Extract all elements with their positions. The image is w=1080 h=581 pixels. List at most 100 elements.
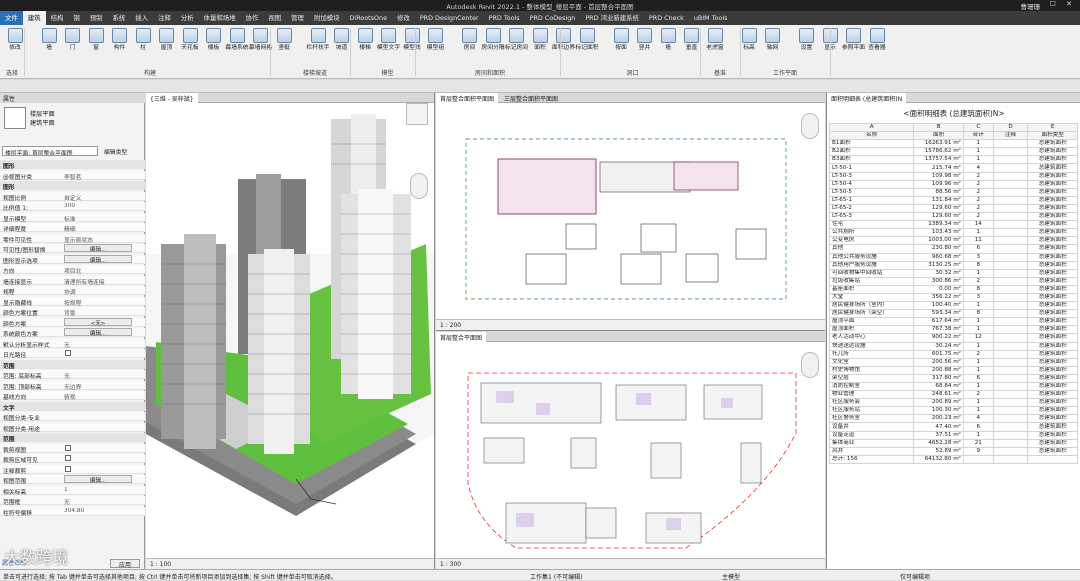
ribbon-button[interactable]: 参照平面: [842, 27, 866, 65]
schedule-cell[interactable]: [992, 317, 1029, 327]
schedule-cell[interactable]: 617.64 m²: [913, 317, 964, 327]
schedule-cell[interactable]: 社区服务站: [828, 406, 915, 416]
property-edit-button[interactable]: 编辑...: [64, 244, 132, 253]
schedule-cell[interactable]: 总建筑面积: [1027, 333, 1078, 343]
schedule-cell[interactable]: 总建筑面积: [1027, 260, 1078, 270]
property-value[interactable]: 无: [64, 340, 136, 349]
ribbon-tab[interactable]: 建筑: [22, 11, 46, 25]
schedule-cell[interactable]: 1: [962, 147, 994, 157]
schedule-cell[interactable]: [992, 390, 1029, 400]
schedule-cell[interactable]: 居民健身场所（室内）: [828, 301, 915, 311]
schedule-cell[interactable]: 合计: [962, 131, 994, 141]
schedule-row[interactable]: 大堂 356.22 m² 3 总建筑面积: [828, 292, 1078, 303]
schedule-cell[interactable]: 129.60 m²: [913, 203, 964, 214]
schedule-row[interactable]: B2面积 15786.62 m² 1 总建筑面积: [828, 147, 1078, 157]
ribbon-tab[interactable]: 结构: [46, 11, 69, 25]
schedule-cell[interactable]: [992, 406, 1029, 416]
schedule-cell[interactable]: 1: [962, 406, 994, 416]
property-value[interactable]: 协调: [64, 287, 136, 296]
schedule-cell[interactable]: 109.98 m²: [913, 171, 964, 181]
schedule-row[interactable]: LT-50-5 88.56 m² 2 总建筑面积: [828, 187, 1078, 197]
schedule-row[interactable]: B1面积 16263.91 m² 1 总建筑面积: [828, 139, 1078, 149]
schedule-cell[interactable]: [992, 187, 1029, 197]
schedule-cell[interactable]: 其他: [828, 244, 915, 254]
schedule-cell[interactable]: 1389.34 m²: [913, 220, 964, 230]
ribbon-button[interactable]: 面积边界: [552, 27, 576, 65]
schedule-cell[interactable]: 总建筑面积: [1027, 309, 1078, 319]
schedule-row[interactable]: 住宅 1389.34 m² 14 总建筑面积: [828, 220, 1078, 230]
schedule-cell[interactable]: [992, 430, 1029, 440]
ribbon-tab[interactable]: 协作: [241, 11, 264, 25]
schedule-cell[interactable]: 总建筑面积: [1027, 406, 1078, 416]
schedule-cell[interactable]: 2: [962, 390, 994, 400]
schedule-cell[interactable]: E: [1027, 122, 1078, 133]
schedule-cell[interactable]: 3: [962, 292, 994, 303]
schedule-cell[interactable]: [992, 244, 1029, 254]
schedule-cell[interactable]: 总建筑面积: [1027, 381, 1078, 392]
schedule-cell[interactable]: 230.80 m²: [913, 244, 964, 254]
schedule-cell[interactable]: 30.24 m²: [913, 341, 964, 351]
schedule-row[interactable]: 消防控制室 68.84 m² 1 总建筑面积: [828, 381, 1078, 392]
schedule-cell[interactable]: 屋顶平面: [828, 317, 915, 327]
schedule-cell[interactable]: 总建筑面积: [1027, 187, 1078, 197]
schedule-cell[interactable]: 200.88 m²: [913, 365, 964, 375]
schedule-row[interactable]: 老人活动中心 900.22 m² 12 总建筑面积: [828, 333, 1078, 343]
schedule-cell[interactable]: 托儿所: [828, 349, 915, 359]
ribbon-button[interactable]: 窗: [84, 27, 108, 65]
schedule-cell[interactable]: 8: [962, 260, 994, 270]
schedule-cell[interactable]: 居民健身场所（架空）: [828, 309, 915, 319]
schedule-cell[interactable]: 68.84 m²: [913, 381, 964, 392]
schedule-cell[interactable]: [992, 357, 1029, 367]
schedule-cell[interactable]: 垃圾收集站: [828, 276, 915, 286]
schedule-cell[interactable]: 总建筑面积: [1027, 365, 1078, 375]
schedule-cell[interactable]: 面积: [913, 131, 964, 141]
schedule-cell[interactable]: [992, 309, 1029, 319]
schedule-cell[interactable]: 总建筑面积: [1027, 284, 1078, 294]
schedule-cell[interactable]: 109.96 m²: [913, 179, 964, 189]
schedule-cell[interactable]: 总建筑面积: [1027, 325, 1078, 335]
schedule-cell[interactable]: 总建筑面积: [1027, 179, 1078, 189]
schedule-row[interactable]: 社区服务会 200.89 m² 1 总建筑面积: [828, 398, 1078, 408]
schedule-cell[interactable]: 1003.00 m²: [913, 236, 964, 246]
schedule-cell[interactable]: 物业管理: [828, 390, 915, 400]
property-value[interactable]: 无边界: [64, 382, 136, 391]
schedule-cell[interactable]: 设备走道: [828, 430, 915, 440]
schedule-tab[interactable]: 面积明细表 (总建筑面积)N: [827, 93, 907, 103]
schedule-row[interactable]: ABCDE: [828, 122, 1078, 133]
property-checkbox[interactable]: [65, 465, 71, 472]
schedule-row[interactable]: 风井 52.89 m² 9 总建筑面积: [828, 446, 1078, 456]
schedule-cell[interactable]: 6: [962, 422, 994, 432]
ribbon-tab[interactable]: PRD Tools: [484, 11, 525, 25]
3d-view-scale[interactable]: 1 : 100: [150, 561, 171, 568]
schedule-cell[interactable]: 601.75 m²: [913, 349, 964, 359]
schedule-row[interactable]: 社区服务站 100.30 m² 1 总建筑面积: [828, 406, 1078, 416]
ribbon-button[interactable]: 构件: [108, 27, 132, 65]
ribbon-tab[interactable]: DiRootsOne: [345, 11, 393, 25]
schedule-row[interactable]: 公共厕所 103.43 m² 1 总建筑面积: [828, 228, 1078, 238]
schedule-cell[interactable]: 52.89 m²: [913, 446, 964, 456]
schedule-row[interactable]: 快递送达设施 30.24 m² 1 总建筑面积: [828, 341, 1078, 351]
schedule-cell[interactable]: 3130.25 m²: [913, 260, 964, 270]
3d-view-tab[interactable]: {三维 - 吴梓斌}: [146, 93, 434, 103]
schedule-cell[interactable]: 2: [962, 203, 994, 214]
schedule-row[interactable]: 公变电房 1003.00 m² 11 总建筑面积: [828, 236, 1078, 246]
schedule-cell[interactable]: [992, 228, 1029, 238]
schedule-cell[interactable]: 2: [962, 179, 994, 189]
property-value[interactable]: 自定义: [64, 193, 136, 202]
property-value[interactable]: 标准: [64, 214, 136, 223]
schedule-cell[interactable]: 总建筑面积: [1027, 292, 1078, 303]
schedule-cell[interactable]: 总建筑面积: [1027, 244, 1078, 254]
schedule-cell[interactable]: B3面积: [828, 155, 915, 165]
schedule-row[interactable]: 托儿所 601.75 m² 2 总建筑面积: [828, 349, 1078, 359]
schedule-cell[interactable]: 9: [962, 446, 994, 456]
ribbon-tab[interactable]: 插入: [130, 11, 153, 25]
property-checkbox[interactable]: [65, 444, 71, 451]
schedule-cell[interactable]: 1: [962, 325, 994, 335]
property-edit-button[interactable]: 编辑...: [64, 254, 132, 264]
ribbon-button[interactable]: 模型组: [424, 27, 448, 65]
property-edit-button[interactable]: <无>: [64, 317, 132, 327]
schedule-cell[interactable]: 总建筑面积: [1027, 236, 1078, 246]
schedule-cell[interactable]: 总建筑面积: [1027, 422, 1078, 432]
schedule-cell[interactable]: [992, 147, 1029, 157]
schedule-row[interactable]: 总计: 156 64132.80 m²: [828, 454, 1078, 464]
